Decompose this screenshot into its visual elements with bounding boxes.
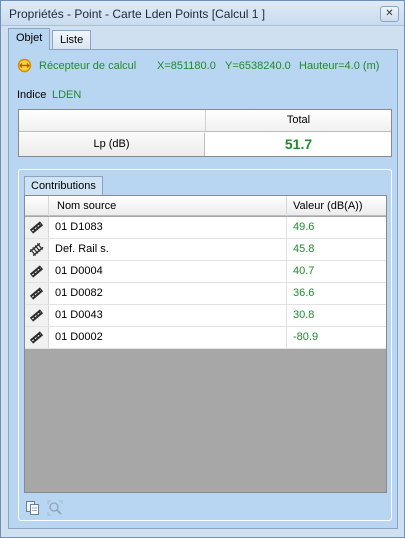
- road-icon: [25, 217, 49, 238]
- source-value: 36.6: [293, 287, 315, 299]
- tab-liste[interactable]: Liste: [52, 30, 92, 49]
- column-divider: [286, 283, 287, 305]
- table-row[interactable]: 01 D1083 49.6: [25, 217, 386, 239]
- column-divider: [286, 327, 287, 349]
- table-row[interactable]: 01 D0002 -80.9: [25, 327, 386, 349]
- total-table-row: Lp (dB) 51.7: [19, 133, 391, 156]
- receiver-x: X=851180.0: [157, 60, 216, 72]
- properties-window: Propriétés - Point - Carte Lden Points […: [0, 0, 405, 538]
- contributions-grid: Nom source Valeur (dB(A)) 01 D1083 49.6 De…: [24, 195, 387, 493]
- tab-objet[interactable]: Objet: [8, 28, 51, 50]
- title-bar[interactable]: Propriétés - Point - Carte Lden Points […: [1, 1, 404, 26]
- receiver-y: Y=6538240.0: [225, 60, 291, 72]
- lp-total-value: 51.7: [284, 136, 313, 152]
- source-value: 45.8: [293, 243, 315, 255]
- source-name: 01 D0002: [55, 331, 103, 343]
- contributions-group: Contributions Nom source Valeur (dB(A)) …: [18, 169, 392, 521]
- receiver-type: Récepteur de calcul: [39, 60, 137, 72]
- indice-label: Indice: [17, 89, 47, 101]
- source-value: 40.7: [293, 265, 315, 277]
- receiver-height: Hauteur=4.0 (m): [299, 60, 380, 72]
- zoom-to-object-icon[interactable]: [47, 500, 63, 516]
- road-icon: [25, 327, 49, 348]
- total-column-header[interactable]: Total: [206, 114, 391, 126]
- road-icon: [25, 283, 49, 304]
- receiver-info: Récepteur de calcul X=851180.0 Y=6538240…: [17, 58, 387, 74]
- table-row[interactable]: 01 D0082 36.6: [25, 283, 386, 305]
- source-name: 01 D0004: [55, 265, 103, 277]
- table-row[interactable]: 01 D0043 30.8: [25, 305, 386, 327]
- table-row[interactable]: 01 D0004 40.7: [25, 261, 386, 283]
- column-divider: [286, 217, 287, 239]
- road-icon: [25, 305, 49, 326]
- close-button[interactable]: ✕: [380, 6, 399, 22]
- rail-icon: [25, 239, 49, 260]
- window-title: Propriétés - Point - Carte Lden Points […: [9, 7, 266, 21]
- source-name: 01 D1083: [55, 221, 103, 233]
- source-value: 30.8: [293, 309, 315, 321]
- total-table-header: Total: [19, 110, 391, 132]
- source-name: Def. Rail s.: [55, 243, 109, 255]
- indice-value: LDEN: [52, 89, 82, 101]
- grid-header: Nom source Valeur (dB(A)): [25, 196, 386, 216]
- column-divider: [286, 305, 287, 327]
- total-table: Total Lp (dB) 51.7: [18, 109, 392, 157]
- tab-contributions[interactable]: Contributions: [24, 176, 103, 195]
- copy-icon[interactable]: [25, 500, 41, 516]
- source-name: 01 D0082: [55, 287, 103, 299]
- source-value: 49.6: [293, 221, 315, 233]
- source-value: -80.9: [293, 331, 319, 343]
- tab-strip: Objet Liste: [8, 28, 398, 50]
- road-icon: [25, 261, 49, 282]
- column-divider: [286, 196, 287, 216]
- lp-row-label: Lp (dB): [19, 133, 205, 156]
- column-divider: [286, 239, 287, 261]
- source-name: 01 D0043: [55, 309, 103, 321]
- icon-column-header[interactable]: [25, 196, 49, 216]
- table-row[interactable]: Def. Rail s. 45.8: [25, 239, 386, 261]
- panel-toolbar: [25, 500, 85, 518]
- column-divider: [286, 261, 287, 283]
- valeur-header[interactable]: Valeur (dB(A)): [293, 200, 362, 212]
- nom-source-header[interactable]: Nom source: [57, 200, 116, 212]
- objet-panel: Récepteur de calcul X=851180.0 Y=6538240…: [8, 49, 398, 529]
- receiver-icon: [17, 58, 32, 73]
